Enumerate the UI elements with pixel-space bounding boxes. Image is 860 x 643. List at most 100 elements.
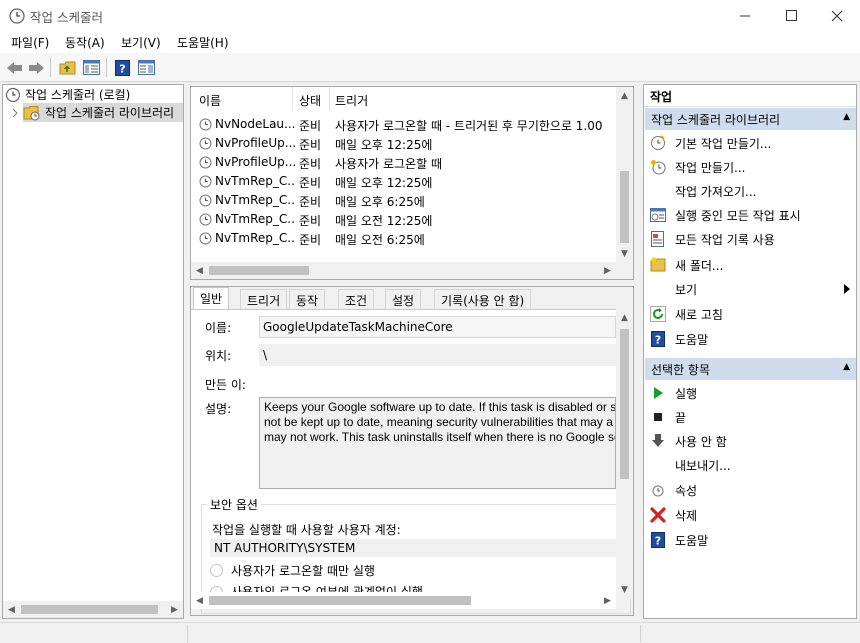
task-name: NvNodeLau... — [215, 117, 295, 131]
tree-root[interactable]: 작업 스케줄러 (로컬) — [5, 85, 130, 104]
detail-vertical-scrollbar[interactable]: ▲ ▼ — [616, 309, 633, 598]
tab-history[interactable]: 기록(사용 안 함) — [434, 289, 532, 309]
end-action[interactable]: 끝 — [644, 406, 856, 428]
collapse-up-icon[interactable]: ▲ — [843, 112, 850, 122]
table-row[interactable]: NvTmRep_C... 준비 매일 오후 12:25에 — [191, 172, 616, 191]
radio-logged-on-only[interactable] — [210, 564, 223, 577]
scroll-right-arrow-icon[interactable]: ▶ — [599, 592, 616, 609]
column-name[interactable]: 이름 — [199, 92, 221, 109]
actions-pane-title: 작업 — [644, 85, 856, 107]
delete-action[interactable]: 삭제 — [644, 504, 856, 526]
table-row[interactable]: NvProfileUp... 준비 사용자가 로그온할 때 — [191, 153, 616, 172]
scrollbar-thumb[interactable] — [209, 596, 471, 605]
menu-file[interactable]: 파일(F) — [11, 34, 49, 51]
tab-settings[interactable]: 설정 — [385, 289, 422, 309]
running-tasks-list-icon — [650, 208, 666, 222]
scroll-left-arrow-icon[interactable]: ◀ — [191, 592, 208, 609]
description-line: may not work. This task uninstalls itsel… — [264, 430, 616, 444]
folder-clock-icon — [23, 105, 40, 120]
scrollbar-thumb[interactable] — [21, 605, 158, 614]
refresh-action[interactable]: 새로 고침 — [644, 303, 856, 325]
tab-triggers[interactable]: 트리거 — [240, 289, 288, 309]
scrollbar-thumb[interactable] — [620, 171, 629, 243]
tab-actions[interactable]: 동작 — [289, 289, 326, 309]
create-basic-task-action[interactable]: 기본 작업 만들기... — [644, 132, 856, 154]
task-status: 준비 — [299, 195, 322, 209]
selected-item-section-header[interactable]: 선택한 항목 ▲ — [645, 358, 856, 380]
import-task-action[interactable]: 작업 가져오기... — [644, 180, 856, 202]
disable-action[interactable]: 사용 안 함 — [644, 430, 856, 452]
enable-all-history-action[interactable]: 모든 작업 기록 사용 — [644, 228, 856, 250]
column-divider[interactable] — [292, 87, 293, 111]
show-action-pane-button[interactable] — [137, 58, 156, 77]
scroll-left-arrow-icon[interactable]: ◀ — [3, 601, 20, 618]
close-button[interactable] — [814, 0, 860, 31]
task-list-horizontal-scrollbar[interactable]: ◀ ▶ — [191, 262, 616, 279]
back-button[interactable] — [5, 58, 24, 77]
help-action[interactable]: ? 도움말 — [644, 328, 856, 350]
window-title: 작업 스케줄러 — [30, 10, 103, 25]
description-field[interactable]: Keeps your Google software up to date. I… — [259, 397, 616, 489]
action-label: 사용 안 함 — [675, 435, 727, 449]
properties-action[interactable]: 속성 — [644, 479, 856, 501]
task-trigger: 매일 오전 6:25에 — [335, 233, 425, 247]
scroll-right-arrow-icon[interactable]: ▶ — [599, 262, 616, 279]
maximize-button[interactable] — [768, 0, 814, 31]
menu-view[interactable]: 보기(V) — [121, 34, 161, 51]
task-clock-icon — [199, 156, 212, 169]
column-status[interactable]: 상태 — [299, 92, 321, 109]
help-book-icon: ? — [115, 59, 130, 76]
table-row[interactable]: NvTmRep_C... 준비 매일 오전 6:25에 — [191, 229, 616, 248]
up-folder-button[interactable] — [58, 58, 77, 77]
tab-general[interactable]: 일반 — [193, 287, 230, 309]
menu-action[interactable]: 동작(A) — [65, 34, 105, 51]
maximize-icon — [785, 10, 797, 21]
scroll-down-arrow-icon[interactable]: ▼ — [616, 245, 633, 262]
export-action[interactable]: 내보내기... — [644, 454, 856, 476]
tab-conditions[interactable]: 조건 — [338, 289, 375, 309]
table-row[interactable]: NvProfileUp... 준비 매일 오후 12:25에 — [191, 134, 616, 153]
table-row[interactable]: NvNodeLau... 준비 사용자가 로그온할 때 - 트리거된 후 무기한… — [191, 115, 616, 134]
tree-expander[interactable] — [11, 103, 19, 122]
collapse-up-icon[interactable]: ▲ — [843, 362, 850, 372]
task-clock-icon — [199, 137, 212, 150]
task-trigger: 매일 오후 12:25에 — [335, 176, 433, 190]
scroll-up-arrow-icon[interactable]: ▲ — [616, 87, 633, 104]
minimize-button[interactable] — [722, 0, 768, 31]
task-list-vertical-scrollbar[interactable]: ▲ ▼ — [616, 87, 633, 262]
tree-item-library[interactable]: 작업 스케줄러 라이브러리 — [23, 103, 183, 122]
forward-button[interactable] — [27, 58, 46, 77]
task-name: NvProfileUp... — [215, 136, 295, 150]
table-row[interactable]: NvTmRep_C... 준비 매일 오후 6:25에 — [191, 191, 616, 210]
svg-text:?: ? — [119, 62, 125, 75]
run-action[interactable]: 실행 — [644, 382, 856, 404]
menu-help[interactable]: 도움말(H) — [177, 34, 229, 51]
help-selected-action[interactable]: ? 도움말 — [644, 529, 856, 551]
stop-icon — [654, 413, 662, 421]
scroll-left-arrow-icon[interactable]: ◀ — [191, 262, 208, 279]
display-running-tasks-action[interactable]: 실행 중인 모든 작업 표시 — [644, 204, 856, 226]
help-toolbar-button[interactable]: ? — [113, 58, 132, 77]
library-section-header[interactable]: 작업 스케줄러 라이브러리 ▲ — [645, 108, 856, 130]
column-trigger[interactable]: 트리거 — [335, 92, 368, 109]
author-label: 만든 이: — [205, 378, 246, 392]
table-row[interactable]: NvTmRep_C... 준비 매일 오전 12:25에 — [191, 210, 616, 229]
scroll-up-arrow-icon[interactable]: ▲ — [616, 309, 633, 326]
task-name: NvTmRep_C... — [215, 174, 295, 188]
action-label: 새 폴더... — [675, 259, 724, 273]
scroll-down-arrow-icon[interactable]: ▼ — [616, 581, 633, 598]
detail-horizontal-scrollbar[interactable]: ◀ ▶ — [191, 592, 616, 609]
task-status: 준비 — [299, 138, 322, 152]
view-menu-action[interactable]: 보기 — [644, 278, 856, 300]
refresh-icon — [650, 306, 666, 322]
scrollbar-thumb[interactable] — [209, 266, 309, 275]
close-icon — [831, 10, 843, 21]
scroll-right-arrow-icon[interactable]: ▶ — [166, 601, 183, 618]
column-divider[interactable] — [329, 87, 330, 111]
scrollbar-thumb[interactable] — [620, 329, 629, 479]
tree-horizontal-scrollbar[interactable]: ◀ ▶ — [3, 601, 183, 618]
create-task-action[interactable]: 작업 만들기... — [644, 156, 856, 178]
task-name-field[interactable]: GoogleUpdateTaskMachineCore — [259, 316, 616, 338]
new-folder-action[interactable]: 새 폴더... — [644, 254, 856, 276]
show-hide-tree-button[interactable] — [82, 58, 101, 77]
